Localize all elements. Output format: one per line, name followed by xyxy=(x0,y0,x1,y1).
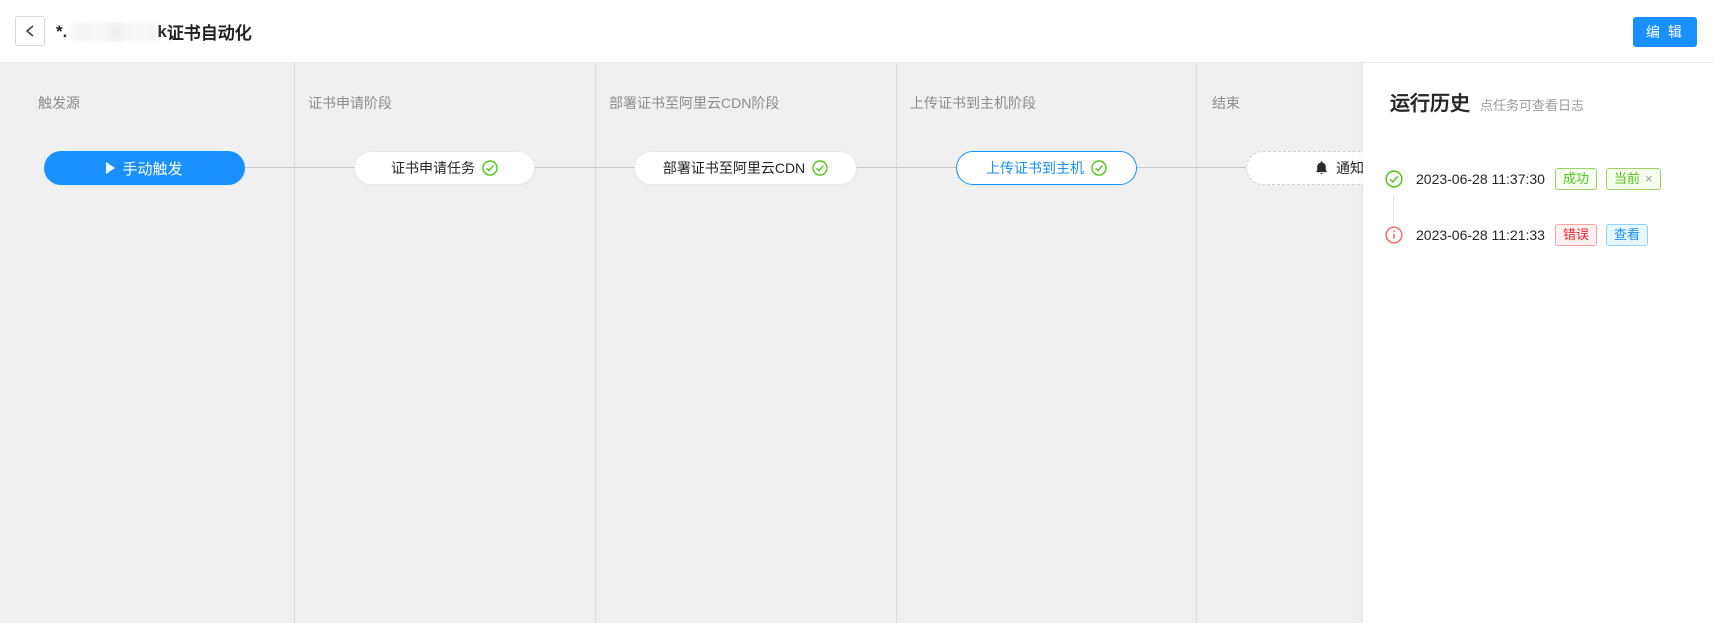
column-divider xyxy=(595,63,596,623)
chevron-left-icon xyxy=(24,24,36,38)
stage-header-deploy-cdn: 部署证书至阿里云CDN阶段 xyxy=(609,93,779,113)
run-history-panel: 运行历史 点任务可查看日志 2023-06-28 11:37:30 成功 当前 ×… xyxy=(1363,63,1714,623)
page-header: *. k 证书自动化 编 辑 xyxy=(0,0,1714,63)
column-divider xyxy=(294,63,295,623)
column-divider xyxy=(1196,63,1197,623)
task-cert-apply[interactable]: 证书申请任务 xyxy=(354,151,535,185)
check-circle-icon xyxy=(482,160,498,176)
task-label: 证书申请任务 xyxy=(391,158,475,178)
page-title-partial: k xyxy=(157,22,166,42)
check-circle-icon xyxy=(812,160,828,176)
current-badge-label: 当前 xyxy=(1614,171,1640,186)
task-manual-trigger[interactable]: 手动触发 xyxy=(44,151,245,185)
run-timestamp: 2023-06-28 11:21:33 xyxy=(1416,227,1545,243)
status-badge: 错误 xyxy=(1555,224,1597,246)
stage-header-upload-host: 上传证书到主机阶段 xyxy=(910,93,1036,113)
task-deploy-cdn[interactable]: 部署证书至阿里云CDN xyxy=(634,151,857,185)
run-history-row[interactable]: 2023-06-28 11:37:30 成功 当前 × xyxy=(1385,168,1670,190)
redacted-domain xyxy=(68,23,156,41)
check-circle-icon xyxy=(1091,160,1107,176)
page-title: *. k 证书自动化 xyxy=(56,0,252,63)
view-log-button[interactable]: 查看 xyxy=(1606,224,1648,246)
run-history-hint: 点任务可查看日志 xyxy=(1480,95,1584,114)
bell-icon xyxy=(1314,160,1329,176)
task-label: 上传证书到主机 xyxy=(986,158,1084,178)
check-circle-icon xyxy=(1385,170,1403,188)
stage-header-cert-apply: 证书申请阶段 xyxy=(308,93,392,113)
run-history-title: 运行历史 xyxy=(1390,87,1470,116)
task-label: 部署证书至阿里云CDN xyxy=(663,158,805,178)
timeline-connector xyxy=(1393,195,1394,223)
run-timestamp: 2023-06-28 11:37:30 xyxy=(1416,171,1545,187)
edit-button[interactable]: 编 辑 xyxy=(1633,17,1697,47)
page-title-suffix: 证书自动化 xyxy=(167,19,252,44)
back-button[interactable] xyxy=(15,16,45,46)
pipeline-canvas: 触发源 证书申请阶段 部署证书至阿里云CDN阶段 上传证书到主机阶段 结束 手动… xyxy=(0,63,1714,623)
run-history-row[interactable]: 2023-06-28 11:21:33 错误 查看 xyxy=(1385,224,1657,246)
status-badge: 成功 xyxy=(1555,168,1597,190)
play-icon xyxy=(106,162,115,174)
close-icon[interactable]: × xyxy=(1645,171,1653,186)
page-title-prefix: *. xyxy=(56,22,67,42)
task-label: 手动触发 xyxy=(122,158,182,179)
stage-header-end: 结束 xyxy=(1212,93,1240,113)
task-upload-host[interactable]: 上传证书到主机 xyxy=(956,151,1137,185)
column-divider xyxy=(896,63,897,623)
current-badge[interactable]: 当前 × xyxy=(1606,168,1661,190)
info-circle-icon xyxy=(1385,226,1403,244)
stage-header-trigger: 触发源 xyxy=(38,93,80,113)
